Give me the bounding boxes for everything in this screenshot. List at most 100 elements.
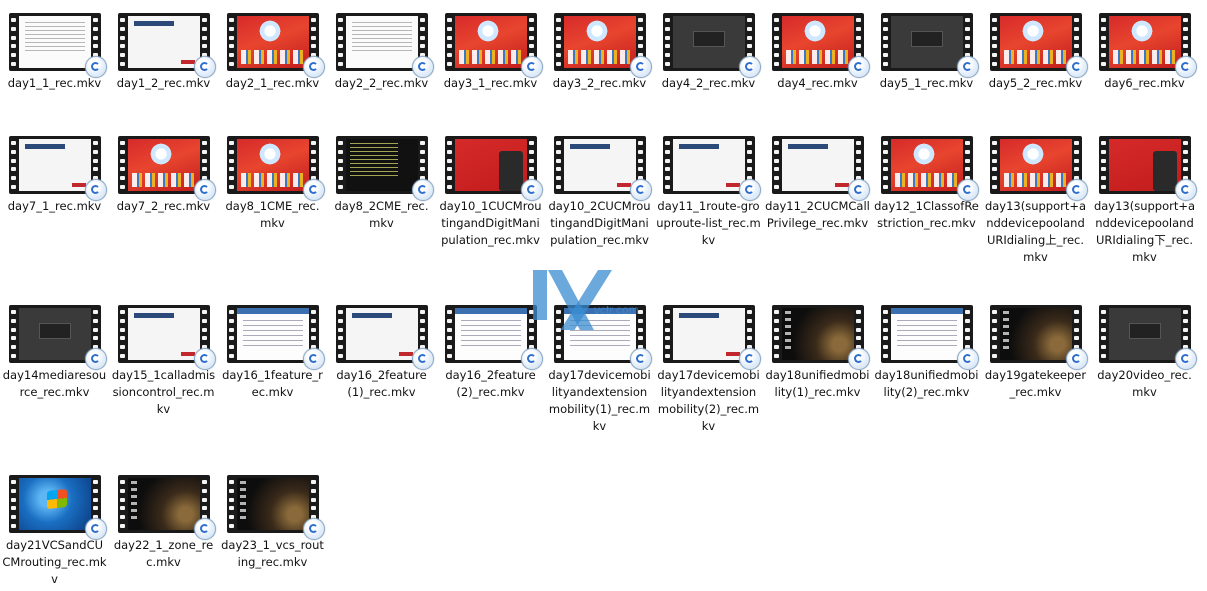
thumbnail-preview [18, 308, 91, 360]
file-item[interactable]: day3_2_rec.mkv [545, 0, 654, 92]
video-thumbnail[interactable] [662, 305, 761, 370]
video-thumbnail[interactable] [335, 136, 434, 201]
file-item[interactable]: day10_2CUCMroutingandDigitManipulation_r… [545, 123, 654, 249]
film-strip-holes [119, 475, 127, 533]
video-thumbnail[interactable] [989, 305, 1088, 370]
file-name-label: day20video_rec.mkv [1097, 368, 1192, 399]
file-item[interactable]: day11_2CUCMCallPrivilege_rec.mkv [763, 123, 872, 232]
file-item[interactable]: day20video_rec.mkv [1090, 292, 1199, 401]
video-thumbnail[interactable] [771, 136, 870, 201]
file-item[interactable]: day13(support+anddevicepoolandURIdialing… [1090, 123, 1199, 266]
thumbnail-preview [563, 16, 636, 68]
video-thumbnail[interactable] [8, 136, 107, 201]
media-player-icon [738, 348, 761, 370]
video-thumbnail[interactable] [444, 13, 543, 78]
file-item[interactable]: day4_2_rec.mkv [654, 0, 763, 92]
file-item[interactable]: day21VCSandCUCMrouting_rec.mkv [0, 462, 109, 588]
video-thumbnail[interactable] [444, 305, 543, 370]
thumbnail-preview [890, 16, 963, 68]
film-strip-holes [446, 136, 454, 194]
file-item[interactable]: day2_1_rec.mkv [218, 0, 327, 92]
video-thumbnail[interactable] [553, 136, 652, 201]
video-thumbnail[interactable] [662, 136, 761, 201]
media-player-icon [411, 179, 434, 201]
video-thumbnail[interactable] [226, 13, 325, 78]
video-thumbnail[interactable] [8, 305, 107, 370]
video-thumbnail[interactable] [771, 13, 870, 78]
file-item[interactable]: day8_2CME_rec.mkv [327, 123, 436, 232]
video-thumbnail[interactable] [444, 136, 543, 201]
film-strip-holes [664, 305, 672, 363]
file-item[interactable]: day1_2_rec.mkv [109, 0, 218, 92]
film-strip-holes [882, 13, 890, 71]
video-thumbnail[interactable] [8, 13, 107, 78]
file-item[interactable]: day18unifiedmobility(1)_rec.mkv [763, 292, 872, 401]
file-item[interactable]: day16_1feature_rec.mkv [218, 292, 327, 401]
file-name-label: day10_2CUCMroutingandDigitManipulation_r… [548, 199, 651, 247]
video-thumbnail[interactable] [1098, 136, 1197, 201]
file-item[interactable]: day16_2feature(2)_rec.mkv [436, 292, 545, 401]
film-strip-holes [882, 136, 890, 194]
video-thumbnail[interactable] [989, 13, 1088, 78]
media-player-icon [1174, 56, 1197, 78]
media-player-icon [1065, 348, 1088, 370]
file-item[interactable]: day17devicemobilityandextensionmobility(… [545, 292, 654, 435]
video-thumbnail[interactable] [117, 475, 216, 540]
media-player-icon [847, 56, 870, 78]
media-player-icon [193, 179, 216, 201]
video-thumbnail[interactable] [335, 305, 434, 370]
file-name-label: day10_1CUCMroutingandDigitManipulation_r… [439, 199, 542, 247]
file-item[interactable]: day13(support+anddevicepoolandURIdialing… [981, 123, 1090, 266]
video-thumbnail[interactable] [553, 305, 652, 370]
file-name-label: day11_2CUCMCallPrivilege_rec.mkv [765, 199, 870, 230]
video-thumbnail[interactable] [553, 13, 652, 78]
file-item[interactable]: day1_1_rec.mkv [0, 0, 109, 92]
media-player-icon [302, 179, 325, 201]
video-thumbnail[interactable] [226, 136, 325, 201]
file-item[interactable]: day10_1CUCMroutingandDigitManipulation_r… [436, 123, 545, 249]
file-item[interactable]: day2_2_rec.mkv [327, 0, 436, 92]
file-name-label: day19gatekeeper_rec.mkv [984, 368, 1087, 399]
file-item[interactable]: day12_1ClassofRestriction_rec.mkv [872, 123, 981, 232]
file-grid: day1_1_rec.mkv day1_2_rec.mkv day2_1_rec.m… [0, 0, 1207, 591]
file-item[interactable]: day5_2_rec.mkv [981, 0, 1090, 92]
file-item[interactable]: day16_2feature(1)_rec.mkv [327, 292, 436, 401]
video-thumbnail[interactable] [880, 305, 979, 370]
video-thumbnail[interactable] [8, 475, 107, 540]
file-item[interactable]: day18unifiedmobility(2)_rec.mkv [872, 292, 981, 401]
film-strip-holes [991, 305, 999, 363]
file-item[interactable]: day19gatekeeper_rec.mkv [981, 292, 1090, 401]
file-item[interactable]: day3_1_rec.mkv [436, 0, 545, 92]
video-thumbnail[interactable] [117, 136, 216, 201]
file-item[interactable]: day4_rec.mkv [763, 0, 872, 92]
media-player-icon [1174, 179, 1197, 201]
media-player-icon [738, 179, 761, 201]
file-item[interactable]: day14mediaresource_rec.mkv [0, 292, 109, 401]
file-item[interactable]: day11_1route-grouproute-list_rec.mkv [654, 123, 763, 249]
thumbnail-preview [781, 16, 854, 68]
file-item[interactable]: day15_1calladmissioncontrol_rec.mkv [109, 292, 218, 418]
file-item[interactable]: day17devicemobilityandextensionmobility(… [654, 292, 763, 435]
film-strip-holes [773, 305, 781, 363]
file-item[interactable]: day7_1_rec.mkv [0, 123, 109, 215]
video-thumbnail[interactable] [117, 305, 216, 370]
file-item[interactable]: day7_2_rec.mkv [109, 123, 218, 215]
file-item[interactable]: day8_1CME_rec.mkv [218, 123, 327, 232]
thumbnail-preview [999, 308, 1072, 360]
file-item[interactable]: day23_1_vcs_routing_rec.mkv [218, 462, 327, 571]
video-thumbnail[interactable] [226, 305, 325, 370]
file-item[interactable]: day5_1_rec.mkv [872, 0, 981, 92]
file-item[interactable]: day6_rec.mkv [1090, 0, 1199, 92]
video-thumbnail[interactable] [662, 13, 761, 78]
video-thumbnail[interactable] [989, 136, 1088, 201]
video-thumbnail[interactable] [117, 13, 216, 78]
video-thumbnail[interactable] [880, 13, 979, 78]
video-thumbnail[interactable] [880, 136, 979, 201]
video-thumbnail[interactable] [226, 475, 325, 540]
video-thumbnail[interactable] [771, 305, 870, 370]
video-thumbnail[interactable] [335, 13, 434, 78]
video-thumbnail[interactable] [1098, 13, 1197, 78]
video-thumbnail[interactable] [1098, 305, 1197, 370]
file-item[interactable]: day22_1_zone_rec.mkv [109, 462, 218, 571]
film-strip-holes [773, 13, 781, 71]
